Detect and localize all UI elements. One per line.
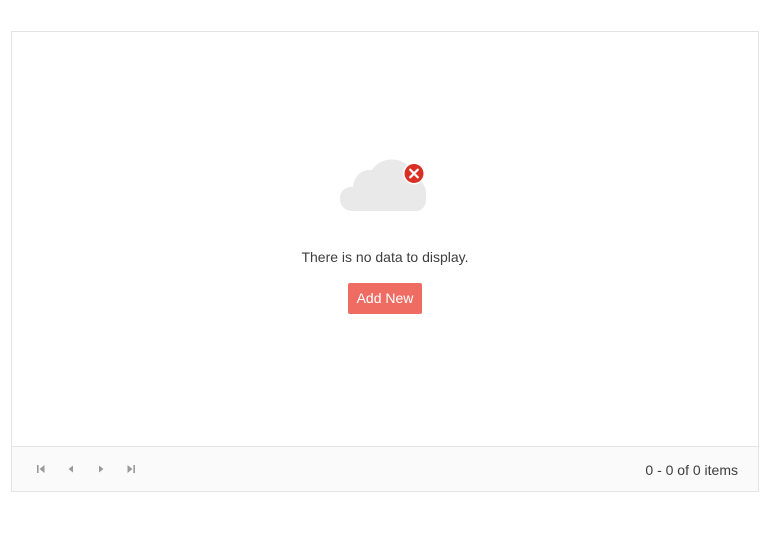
next-page-button[interactable] <box>86 457 116 481</box>
empty-message: There is no data to display. <box>301 249 469 265</box>
next-page-icon <box>99 465 104 473</box>
cloud-error-icon <box>340 159 426 211</box>
empty-state: There is no data to display. Add New <box>12 156 758 314</box>
data-grid: There is no data to display. Add New 0 -… <box>11 31 759 492</box>
previous-page-icon <box>68 465 73 473</box>
previous-page-button[interactable] <box>56 457 86 481</box>
first-page-icon <box>37 465 45 473</box>
add-new-button[interactable]: Add New <box>347 283 423 314</box>
last-page-button[interactable] <box>116 457 146 481</box>
last-page-icon <box>127 465 135 473</box>
pager-info: 0 - 0 of 0 items <box>645 462 738 478</box>
first-page-button[interactable] <box>26 457 56 481</box>
pager-nav <box>26 457 146 481</box>
grid-content: There is no data to display. Add New <box>12 32 758 446</box>
pager: 0 - 0 of 0 items <box>12 446 758 491</box>
